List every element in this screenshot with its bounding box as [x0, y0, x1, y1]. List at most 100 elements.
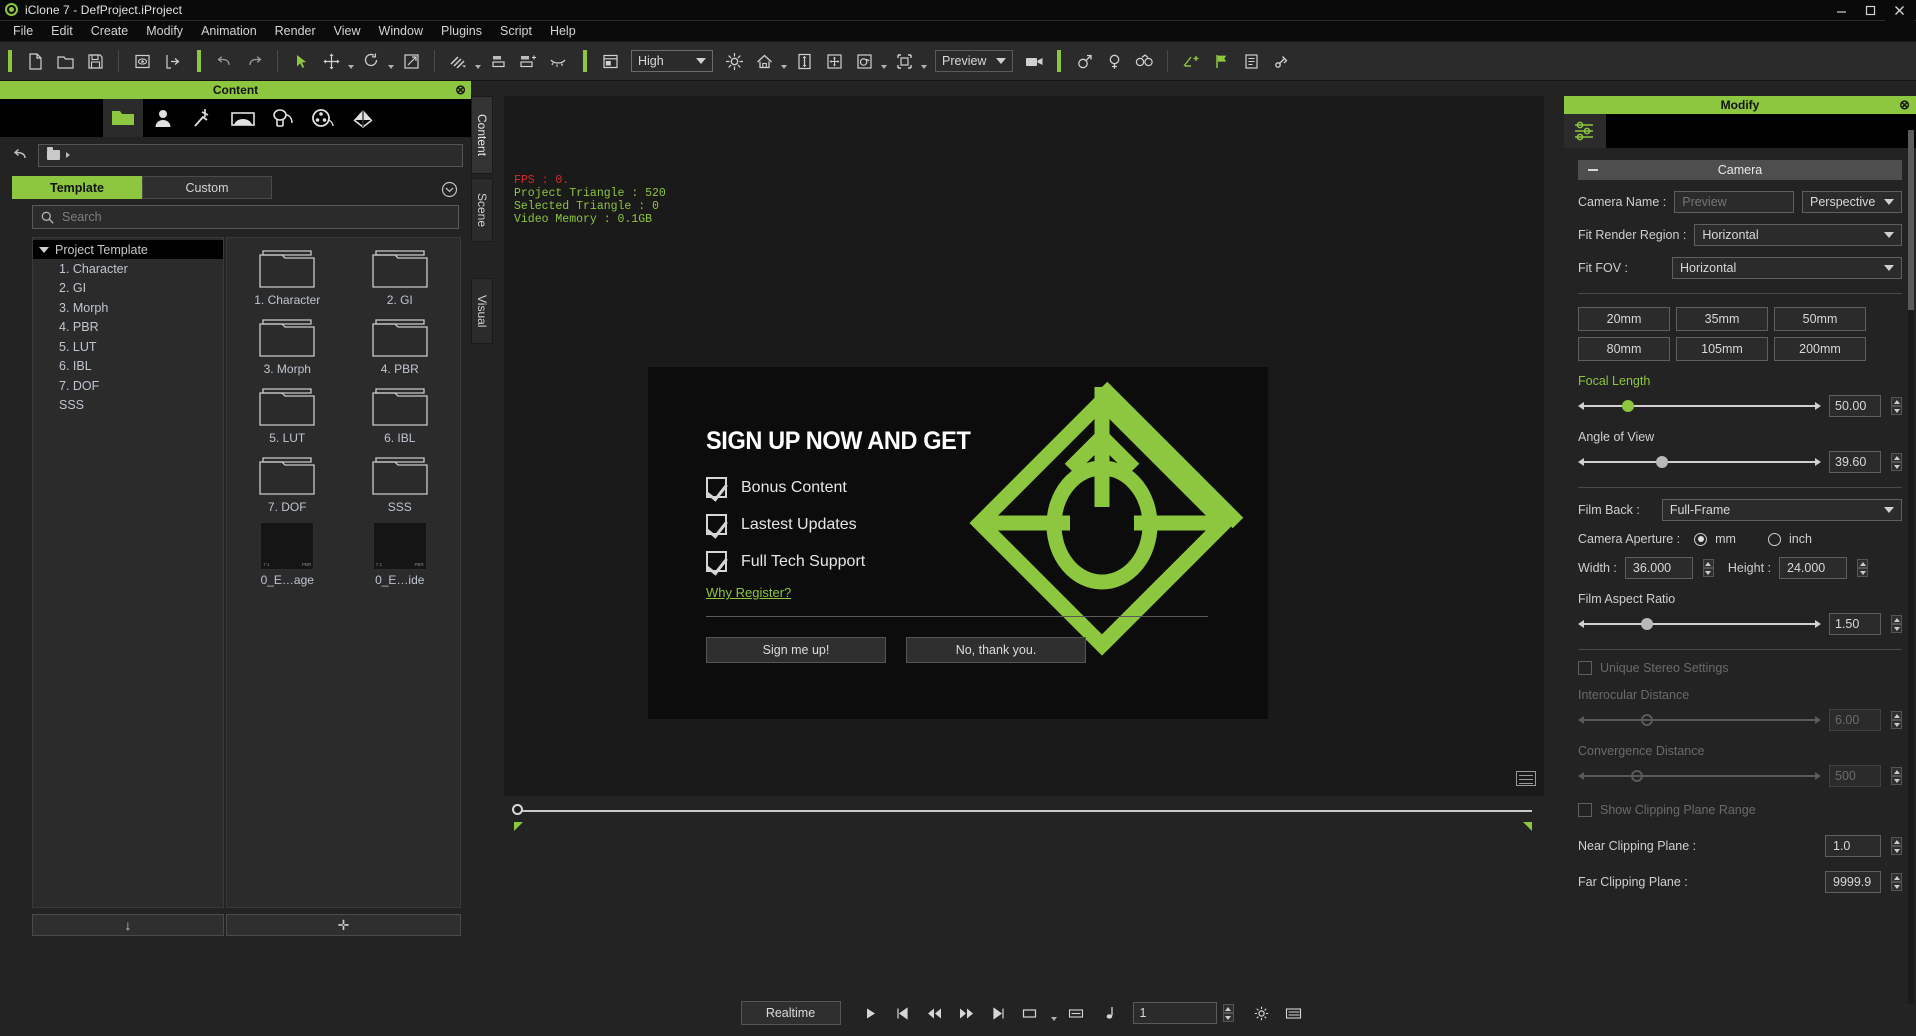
tree-item-character[interactable]: 1. Character [33, 259, 223, 279]
increase-button[interactable] [1891, 615, 1902, 624]
motion-tab[interactable] [183, 99, 223, 137]
tree-item-lut[interactable]: 5. LUT [33, 337, 223, 357]
timeline-scrubber[interactable] [504, 796, 1544, 836]
focal-length-value[interactable]: 50.00 [1829, 395, 1881, 417]
audio-button[interactable] [1063, 1000, 1091, 1026]
fit-render-region-select[interactable]: Horizontal [1694, 224, 1902, 246]
load-scene-icon[interactable] [127, 46, 157, 76]
settings-button[interactable] [1248, 1000, 1276, 1026]
show-clipping-plane-checkbox[interactable] [1578, 803, 1592, 817]
list-item[interactable]: 2. GI [344, 246, 457, 307]
projection-select[interactable]: Perspective [1802, 191, 1902, 213]
move-tool-icon[interactable] [316, 46, 346, 76]
folder-tab[interactable] [103, 99, 143, 137]
why-register-link[interactable]: Why Register? [706, 585, 791, 600]
hide-icon[interactable] [543, 46, 573, 76]
viewport[interactable]: FPS : 0. Project Triangle : 520 Selected… [504, 96, 1544, 796]
next-frame-button[interactable] [953, 1000, 981, 1026]
expand-options-icon[interactable] [439, 179, 459, 199]
increase-button[interactable] [1891, 397, 1902, 406]
lens-preset-50mm[interactable]: 50mm [1774, 307, 1866, 331]
character-tab[interactable] [143, 99, 183, 137]
preview-mode-select[interactable]: Preview [935, 50, 1013, 72]
motion-plus-icon[interactable] [1176, 46, 1206, 76]
decrease-button[interactable] [1891, 882, 1902, 891]
snap-add-icon[interactable] [513, 46, 543, 76]
search-input[interactable] [32, 205, 459, 229]
tree-item-gi[interactable]: 2. GI [33, 279, 223, 299]
far-clipping-plane-input[interactable]: 9999.9 [1825, 871, 1881, 893]
list-item[interactable]: SSS [344, 453, 457, 514]
range-dropdown-icon[interactable] [1049, 999, 1059, 1027]
play-button[interactable] [857, 1000, 885, 1026]
film-aspect-ratio-stepper[interactable] [1891, 615, 1902, 633]
close-button[interactable] [1885, 0, 1914, 21]
redo-icon[interactable] [239, 46, 269, 76]
increase-button[interactable] [1891, 837, 1902, 846]
scale-tool-icon[interactable] [396, 46, 426, 76]
list-item[interactable]: 7. DOF [231, 453, 344, 514]
height-input[interactable]: 24.000 [1779, 557, 1847, 579]
width-stepper[interactable] [1703, 559, 1714, 577]
focal-length-stepper[interactable] [1891, 397, 1902, 415]
menu-modify[interactable]: Modify [137, 22, 192, 40]
decrease-button[interactable] [1891, 624, 1902, 633]
tree-item-ibl[interactable]: 6. IBL [33, 357, 223, 377]
dock-tab-visual[interactable]: Visual [471, 278, 493, 344]
timeline-button[interactable] [1280, 1000, 1308, 1026]
film-back-select[interactable]: Full-Frame [1662, 499, 1902, 521]
render-quality-select[interactable]: High [631, 50, 713, 72]
height-icon[interactable] [789, 46, 819, 76]
increase-button[interactable] [1703, 559, 1714, 568]
home-icon[interactable] [749, 46, 779, 76]
search-field[interactable] [62, 210, 450, 224]
select-tool-icon[interactable] [286, 46, 316, 76]
home-dropdown-icon[interactable] [779, 47, 789, 75]
increase-button[interactable] [1857, 559, 1868, 568]
frame-increase-button[interactable] [1223, 1004, 1234, 1013]
menu-file[interactable]: File [4, 22, 42, 40]
save-project-icon[interactable] [80, 46, 110, 76]
list-item[interactable]: 5. LUT [231, 384, 344, 445]
menu-animation[interactable]: Animation [192, 22, 266, 40]
lens-preset-20mm[interactable]: 20mm [1578, 307, 1670, 331]
timeline-track[interactable] [514, 810, 1532, 812]
tree-root-project-template[interactable]: Project Template [33, 240, 223, 259]
menu-plugins[interactable]: Plugins [432, 22, 491, 40]
decrease-button[interactable] [1703, 568, 1714, 577]
back-icon[interactable] [8, 144, 30, 166]
tab-template[interactable]: Template [12, 176, 142, 199]
layout-icon[interactable] [595, 46, 625, 76]
unique-stereo-checkbox[interactable] [1578, 661, 1592, 675]
attribute-tab[interactable] [1564, 114, 1606, 148]
film-aspect-ratio-value[interactable]: 1.50 [1829, 613, 1881, 635]
maximize-button[interactable] [1856, 0, 1885, 21]
open-project-icon[interactable] [50, 46, 80, 76]
snap-icon[interactable] [483, 46, 513, 76]
tree-item-dof[interactable]: 7. DOF [33, 376, 223, 396]
menu-view[interactable]: View [325, 22, 370, 40]
lens-preset-200mm[interactable]: 200mm [1774, 337, 1866, 361]
range-start-marker[interactable] [514, 822, 523, 831]
undo-icon[interactable] [209, 46, 239, 76]
motion-icon[interactable] [1129, 46, 1159, 76]
go-to-start-button[interactable] [889, 1000, 917, 1026]
rotate-tool-dropdown-icon[interactable] [386, 47, 396, 75]
tree-item-morph[interactable]: 3. Morph [33, 298, 223, 318]
height-stepper[interactable] [1857, 559, 1868, 577]
decrease-button[interactable] [1891, 462, 1902, 471]
list-item[interactable]: 7.1 PBR 0_E…age [231, 522, 344, 587]
menu-script[interactable]: Script [491, 22, 541, 40]
decrease-button[interactable] [1857, 568, 1868, 577]
prop-tab[interactable] [263, 99, 303, 137]
previous-frame-button[interactable] [921, 1000, 949, 1026]
timeline-playhead[interactable] [512, 804, 523, 815]
close-icon[interactable]: ⊗ [455, 82, 466, 98]
flag-icon[interactable] [1206, 46, 1236, 76]
add-content-button[interactable]: ✛ [226, 914, 461, 936]
menu-window[interactable]: Window [370, 22, 432, 40]
near-clipping-plane-stepper[interactable] [1891, 837, 1902, 855]
camera-name-input[interactable]: Preview [1674, 191, 1794, 213]
link-icon[interactable] [1266, 46, 1296, 76]
range-end-marker[interactable] [1523, 822, 1532, 831]
